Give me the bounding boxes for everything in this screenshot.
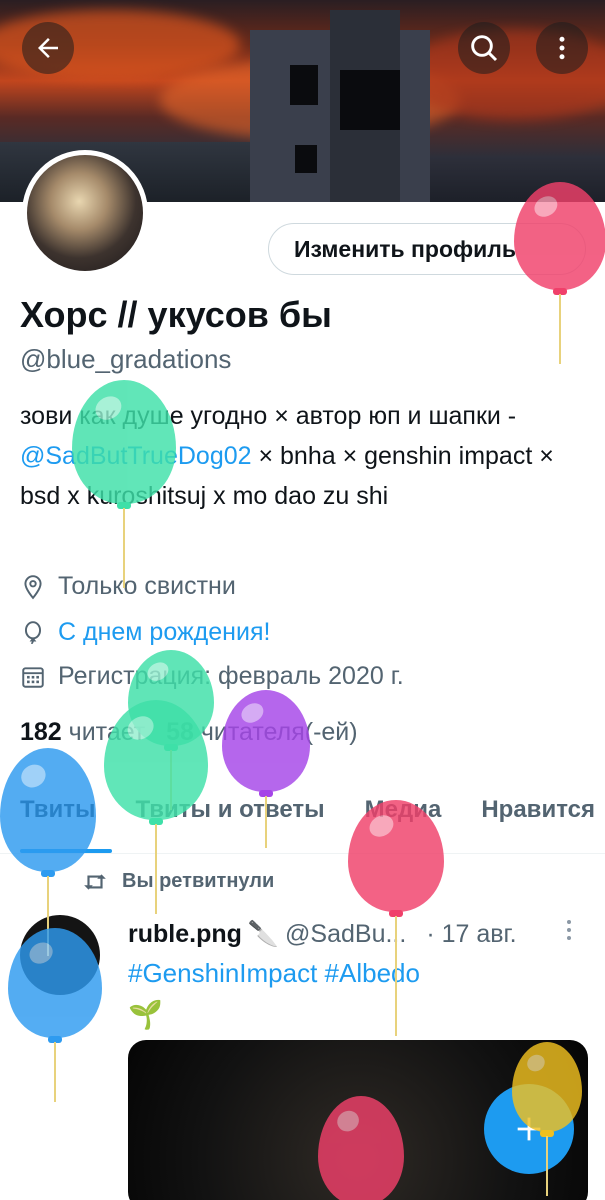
birthday-text[interactable]: С днем рождения! — [58, 618, 270, 647]
profile-name: Хорс // укусов бы — [20, 294, 332, 335]
profile-handle: @blue_gradations — [20, 344, 232, 374]
balloon-decoration — [8, 928, 102, 1108]
tweet-emoji: 🌱 — [128, 999, 163, 1030]
profile-birthday: С днем рождения! — [20, 618, 270, 647]
following-count: 182 — [20, 718, 62, 746]
balloon-decoration — [348, 800, 444, 1042]
back-button[interactable] — [22, 22, 74, 74]
more-button[interactable] — [536, 22, 588, 74]
balloon-decoration — [104, 700, 208, 920]
tweet-author-emoji: 🔪 — [247, 920, 280, 948]
balloon-decoration — [222, 690, 310, 854]
tweet-header: ruble.png 🔪 @SadBu... · 17 авг. — [128, 920, 517, 949]
search-button[interactable] — [458, 22, 510, 74]
tweet-author-name[interactable]: ruble.png — [128, 920, 242, 949]
calendar-icon — [22, 666, 44, 688]
edit-profile-label: Изменить профиль — [294, 235, 517, 262]
more-vertical-icon — [567, 920, 571, 940]
tab-likes[interactable]: Нравится — [461, 784, 605, 853]
location-pin-icon — [24, 574, 42, 599]
tweet-more-button[interactable] — [562, 918, 576, 951]
balloon-decoration — [514, 182, 605, 370]
balloon-decoration — [72, 380, 176, 594]
joined-text: Регистрация: февраль 2020 г. — [58, 662, 404, 690]
balloon-decoration — [318, 1096, 404, 1200]
more-vertical-icon — [559, 36, 565, 60]
balloon-icon — [24, 620, 42, 644]
balloon-decoration — [512, 1042, 582, 1200]
search-icon — [471, 35, 498, 62]
arrow-left-icon — [38, 38, 58, 58]
profile-avatar[interactable] — [22, 150, 148, 276]
